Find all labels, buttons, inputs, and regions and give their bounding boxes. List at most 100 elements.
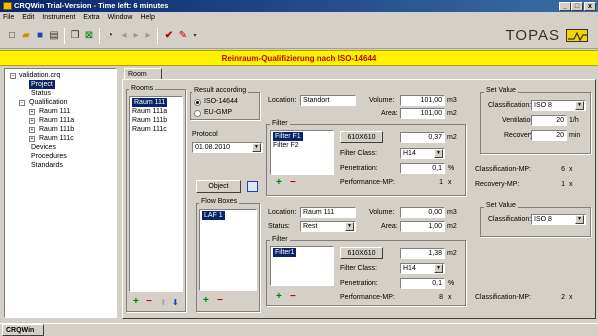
protocol-select[interactable]: 01.08.2010 ▼ [192,142,263,153]
add-room-button[interactable]: + [133,297,139,307]
tree-item-raum-111c[interactable]: Raum 111c [39,134,74,143]
flow-filter-class-select[interactable]: H14 ▼ [400,263,445,274]
list-item[interactable]: LAF 1 [202,211,225,220]
remove-room-button[interactable]: − [146,297,152,307]
volume-input[interactable]: 101,00 [400,95,445,106]
area-input[interactable]: 101,00 [400,108,445,119]
tools-icon[interactable]: ✎ [177,30,189,42]
filter-class-select[interactable]: H14 ▼ [400,148,445,159]
move-down-icon[interactable]: ⬇ [172,298,179,308]
location-input[interactable]: Standort [300,95,356,106]
menu-window[interactable]: Window [108,12,133,23]
filter-list[interactable]: Filter F1 Filter F2 [270,130,334,175]
flow-filter-label: Filter [270,236,290,244]
add-flow-filter-button[interactable]: + [276,292,282,302]
filter-area-input[interactable]: 0,37 [400,132,445,143]
collapse-icon[interactable]: − [10,73,16,79]
chevron-down-icon[interactable]: ▼ [575,215,584,224]
flow-area-input[interactable]: 1,00 [400,221,445,232]
save-icon[interactable]: ■ [34,30,46,42]
add-filter-button[interactable]: + [276,178,282,188]
check-icon[interactable]: ✔ [163,30,175,42]
tree-item-raum-111[interactable]: Raum 111 [39,107,70,116]
flow-performance-label: Performance-MP: [340,294,395,301]
list-item[interactable]: Raum 111 [132,98,168,107]
flow-filter-size-button[interactable]: 610X610 [340,247,383,259]
print-icon[interactable]: ▤ [48,30,60,42]
flow-volume-input[interactable]: 0,00 [400,207,445,218]
menu-edit[interactable]: Edit [22,12,34,23]
menu-instrument[interactable]: Instrument [42,12,75,23]
minimize-button[interactable]: _ [559,2,571,11]
move-up-icon[interactable]: ⬆ [160,298,167,308]
flow-filter-list[interactable]: Filter1 [270,246,334,286]
ventilation-input[interactable]: 20 [531,115,567,126]
copy-icon[interactable]: ❐ [69,30,81,42]
new-icon[interactable]: □ [6,30,18,42]
flow-status-label: Status: [268,223,290,230]
remove-filter-button[interactable]: − [290,178,296,188]
tree-item-qualification[interactable]: Qualification [29,98,68,107]
prev-icon[interactable]: ◂ [118,30,130,42]
object-icon[interactable] [247,181,258,192]
object-button[interactable]: Object [196,180,241,193]
next-icon[interactable]: ▸ [142,30,154,42]
expand-icon[interactable]: + [29,127,35,133]
tree-item-raum-111b[interactable]: Raum 111b [39,125,74,134]
tree-item-standards[interactable]: Standards [31,161,63,170]
remove-flow-filter-button[interactable]: − [290,292,296,302]
menu-help[interactable]: Help [140,12,154,23]
list-item[interactable]: Filter F2 [273,141,299,150]
flow-filter-area-input[interactable]: 1,38 [400,248,445,259]
flow-classification-select[interactable]: ISO 8 ▼ [531,214,586,225]
tree-item-procedures[interactable]: Procedures [31,152,67,161]
chevron-down-icon[interactable]: ▼ [252,143,261,152]
add-flow-box-button[interactable]: + [203,296,209,306]
expand-icon[interactable]: + [29,136,35,142]
radio-eu-gmp[interactable] [194,110,201,117]
tree-item-devices[interactable]: Devices [31,143,56,152]
volume-label: Volume: [369,97,395,104]
flow-location-input[interactable]: Raum 111 [300,207,356,218]
open-icon[interactable]: ▰ [20,30,32,42]
menu-extra[interactable]: Extra [83,12,99,23]
radio-iso[interactable] [194,99,201,106]
expand-icon[interactable]: + [29,118,35,124]
close-button[interactable]: x [584,2,596,11]
project-tree[interactable]: − validation.crq Project Status − Qualif… [4,68,117,318]
chevron-down-icon[interactable]: ▼ [345,222,354,231]
collapse-icon[interactable]: − [19,100,25,106]
list-item[interactable]: Filter F1 [273,132,303,141]
flow-boxes-list[interactable]: LAF 1 [199,209,257,291]
classification-select[interactable]: ISO 8 ▼ [531,100,586,111]
list-item[interactable]: Filter1 [273,248,297,257]
dropdown-arrow-icon[interactable]: ▾ [189,30,201,42]
penetration-input[interactable]: 0,1 [400,163,445,174]
chevron-down-icon[interactable]: ▼ [575,101,584,110]
flow-penetration-input[interactable]: 0,1 [400,278,445,289]
list-item[interactable]: Raum 111a [132,107,167,116]
remove-flow-box-button[interactable]: − [217,296,223,306]
chevron-down-icon[interactable]: ▼ [434,264,443,273]
list-item[interactable]: Raum 111c [132,125,167,134]
excel-icon[interactable]: ⊠ [83,30,95,42]
play-icon[interactable]: ▸ [130,30,142,42]
flow-classification-value: ISO 8 [534,216,552,223]
maximize-button[interactable]: □ [571,2,583,11]
tree-item-project[interactable]: Project [29,80,55,89]
rooms-list[interactable]: Raum 111 Raum 111a Raum 111b Raum 111c [129,96,183,292]
flow-penetration-unit: % [448,280,455,287]
chevron-down-icon[interactable]: ▼ [434,149,443,158]
filter-size-button[interactable]: 610X610 [340,131,383,143]
flow-status-select[interactable]: Rest ▼ [300,221,356,232]
list-item[interactable]: Raum 111b [132,116,167,125]
flow-volume-label: Volume: [369,209,395,216]
tree-root[interactable]: validation.crq [19,71,60,80]
menu-file[interactable]: File [3,12,14,23]
tree-item-status[interactable]: Status [31,89,51,98]
timer-icon[interactable]: ◔ [104,30,116,42]
taskbar-crqwin[interactable]: CRQWin [2,324,44,336]
tree-item-raum-111a[interactable]: Raum 111a [39,116,74,125]
recovery-input[interactable]: 20 [531,130,567,141]
expand-icon[interactable]: + [29,109,35,115]
